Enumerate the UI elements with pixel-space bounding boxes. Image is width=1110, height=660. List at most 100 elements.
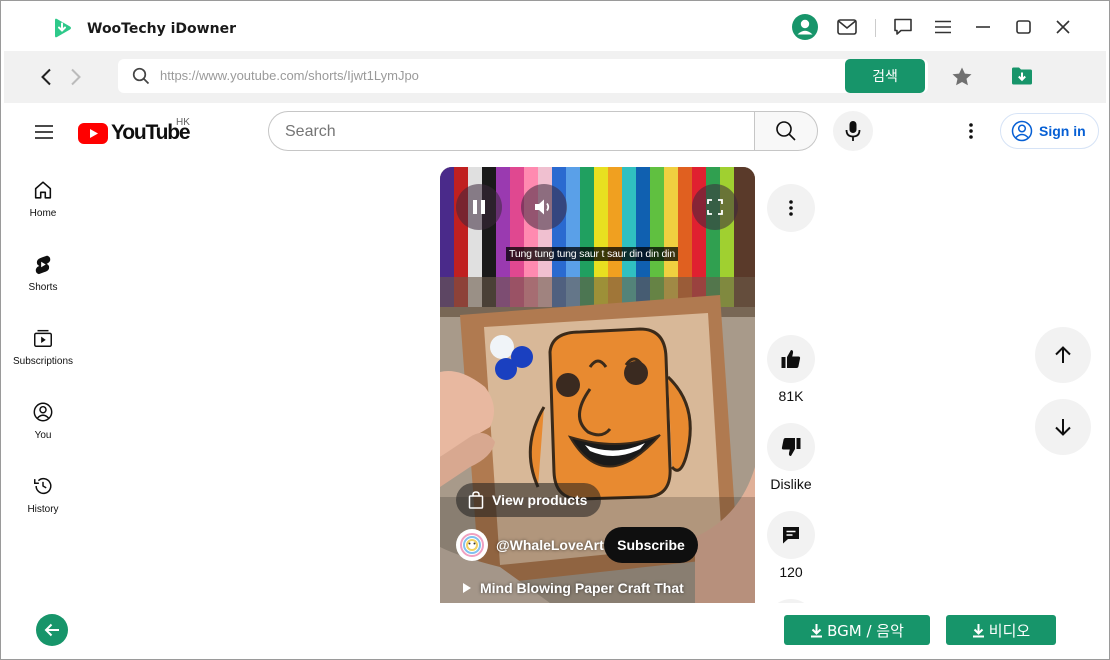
menu-button[interactable] — [930, 14, 956, 40]
close-icon — [1056, 20, 1070, 34]
download-bgm-button[interactable]: BGM / 음악 — [784, 615, 930, 645]
youtube-logo[interactable]: YouTube — [78, 121, 191, 145]
app-title: WooTechy iDowner — [87, 21, 236, 37]
sidebar-item-you[interactable]: You — [4, 401, 82, 465]
user-avatar-button[interactable] — [792, 14, 818, 40]
youtube-play-logo-icon — [78, 122, 108, 144]
like-button[interactable] — [767, 335, 815, 383]
pause-button[interactable] — [456, 184, 502, 230]
search-placeholder: Search — [285, 123, 336, 140]
arrow-up-icon — [1055, 346, 1071, 363]
dislike-button[interactable] — [767, 423, 815, 471]
sidebar-label: You — [34, 430, 52, 441]
more-vertical-icon — [789, 200, 793, 216]
sidebar-label: Home — [29, 208, 57, 219]
comments-button[interactable] — [767, 511, 815, 559]
like-count: 81K — [778, 388, 804, 404]
pause-icon — [473, 200, 485, 214]
menu-icon — [935, 20, 951, 34]
history-icon — [34, 478, 52, 495]
download-folder-icon[interactable] — [1010, 64, 1034, 88]
shorts-icon — [35, 255, 51, 275]
youtube-page: YouTube HK Search Sign in Home Shorts Su… — [4, 103, 1106, 603]
download-icon — [972, 623, 984, 637]
sidebar-label: Subscriptions — [12, 356, 74, 367]
thumbs-down-icon — [781, 438, 801, 456]
sidebar-item-history[interactable]: History — [4, 475, 82, 539]
video-title[interactable]: Mind Blowing Paper Craft That — [462, 580, 684, 596]
sidebar-label: History — [27, 504, 59, 515]
voice-search-button[interactable] — [833, 111, 873, 151]
hamburger-menu-icon[interactable] — [32, 120, 56, 144]
subscriptions-icon — [34, 329, 52, 347]
fullscreen-icon — [707, 199, 723, 215]
mail-button[interactable] — [834, 14, 860, 40]
close-button[interactable] — [1050, 14, 1076, 40]
dislike-label: Dislike — [770, 476, 812, 492]
feedback-button[interactable] — [890, 14, 916, 40]
subscribe-button[interactable]: Subscribe — [604, 527, 698, 563]
minimize-icon — [976, 26, 990, 28]
url-bar[interactable]: https://www.youtube.com/shorts/Ijwt1LymJ… — [118, 59, 928, 93]
download-bar: BGM / 음악 비디오 — [4, 603, 1106, 658]
volume-button[interactable] — [521, 184, 567, 230]
sign-in-label: Sign in — [1039, 123, 1086, 139]
sidebar-item-home[interactable]: Home — [4, 179, 82, 243]
view-products-label: View products — [492, 492, 588, 508]
download-bgm-label: BGM / 음악 — [827, 621, 904, 640]
forward-button[interactable] — [64, 65, 88, 89]
search-button[interactable]: 검색 — [845, 59, 925, 93]
channel-name[interactable]: @WhaleLoveArt — [496, 537, 604, 553]
youtube-search-button[interactable] — [754, 111, 818, 151]
user-avatar-icon — [792, 14, 818, 40]
url-text: https://www.youtube.com/shorts/Ijwt1LymJ… — [160, 68, 419, 83]
more-options-button[interactable] — [767, 184, 815, 232]
fullscreen-button[interactable] — [692, 184, 738, 230]
next-video-button[interactable] — [1035, 399, 1091, 455]
star-icon[interactable] — [950, 65, 974, 89]
sidebar-item-subscriptions[interactable]: Subscriptions — [4, 327, 82, 391]
volume-icon — [535, 199, 550, 215]
maximize-icon — [1015, 20, 1031, 34]
search-icon — [776, 121, 796, 141]
feedback-icon — [894, 18, 912, 35]
download-video-button[interactable]: 비디오 — [946, 615, 1056, 645]
video-title-text: Mind Blowing Paper Craft That — [480, 580, 684, 596]
youtube-search-input[interactable]: Search — [268, 111, 755, 151]
settings-more-button[interactable] — [959, 119, 983, 143]
minimize-button[interactable] — [970, 14, 996, 40]
shorts-video-player[interactable]: Tung tung tung saur t saur din din din V… — [440, 167, 755, 603]
titlebar-divider — [875, 19, 876, 37]
comment-icon — [783, 527, 799, 544]
search-icon — [132, 67, 150, 85]
more-vertical-icon — [969, 123, 973, 139]
comment-count: 120 — [779, 564, 803, 580]
arrow-left-icon — [44, 623, 59, 637]
play-small-icon — [463, 583, 471, 593]
home-icon — [34, 181, 52, 199]
go-back-button[interactable] — [36, 614, 68, 646]
region-label: HK — [176, 117, 190, 128]
app-window: WooTechy iDowner https://www.youtube.com… — [0, 0, 1110, 660]
thumbs-up-icon — [781, 350, 801, 368]
channel-avatar-icon — [457, 530, 487, 560]
channel-avatar[interactable] — [456, 529, 488, 561]
sidebar-item-shorts[interactable]: Shorts — [4, 253, 82, 317]
view-products-button[interactable]: View products — [456, 483, 602, 517]
maximize-button[interactable] — [1010, 14, 1036, 40]
back-arrow-icon — [41, 68, 51, 86]
microphone-icon — [845, 121, 861, 141]
shopping-bag-icon — [468, 491, 484, 509]
previous-video-button[interactable] — [1035, 327, 1091, 383]
arrow-down-icon — [1055, 419, 1071, 436]
back-button[interactable] — [34, 65, 58, 89]
app-logo-icon — [55, 18, 71, 38]
mail-icon — [837, 19, 857, 35]
account-circle-icon — [1011, 120, 1033, 142]
title-bar: WooTechy iDowner — [1, 1, 1109, 51]
sign-in-button[interactable]: Sign in — [1000, 113, 1099, 149]
download-icon — [811, 623, 823, 637]
browser-navbar: https://www.youtube.com/shorts/Ijwt1LymJ… — [4, 51, 1106, 103]
you-icon — [33, 402, 53, 422]
sidebar-label: Shorts — [28, 282, 58, 293]
